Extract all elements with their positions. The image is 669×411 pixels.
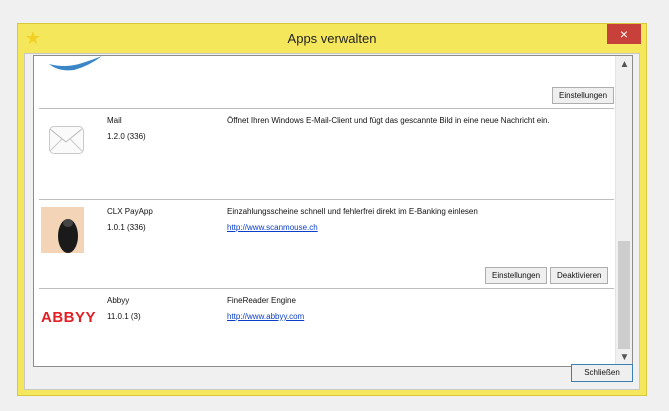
list-item: Einstellungen: [34, 56, 616, 112]
app-version: 11.0.1 (3): [107, 312, 141, 321]
app-name: Mail: [107, 116, 122, 125]
app-description: Öffnet Ihren Windows E-Mail-Client und f…: [227, 116, 550, 125]
window-title: Apps verwalten: [287, 31, 377, 46]
app-name: CLX PayApp: [107, 207, 153, 216]
app-version: 1.0.1 (336): [107, 223, 146, 232]
settings-button[interactable]: Einstellungen: [552, 87, 615, 104]
list-item: ABBYY Abbyy 11.0.1 (3) FineReader Engine…: [34, 289, 616, 366]
apps-list[interactable]: Einstellungen Mail 1.2.0 (336) Öffnet Ih…: [33, 55, 633, 367]
deactivate-button[interactable]: Deaktivieren: [550, 267, 609, 284]
close-dialog-button[interactable]: Schließen: [571, 364, 633, 382]
dialog-content: Einstellungen Mail 1.2.0 (336) Öffnet Ih…: [24, 53, 640, 390]
app-version: 1.2.0 (336): [107, 132, 146, 141]
app-link[interactable]: http://www.scanmouse.ch: [227, 223, 318, 232]
mail-envelope-icon: [49, 126, 84, 154]
app-manager-window: ★ Apps verwalten × Einstellungen Mail 1.…: [17, 23, 647, 396]
payapp-logo-icon: [41, 207, 84, 253]
app-link[interactable]: http://www.abbyy.com: [227, 312, 304, 321]
close-window-button[interactable]: ×: [607, 24, 641, 44]
scroll-thumb[interactable]: [618, 241, 630, 349]
list-item: CLX PayApp 1.0.1 (336) Einzahlungsschein…: [34, 200, 616, 288]
chevron-up-icon[interactable]: ▲: [616, 56, 632, 73]
app-name: Abbyy: [107, 296, 130, 305]
bird-logo-icon: [49, 56, 102, 71]
abbyy-logo: ABBYY: [41, 309, 97, 326]
settings-button[interactable]: Einstellungen: [485, 267, 548, 284]
title-bar[interactable]: ★ Apps verwalten ×: [18, 24, 646, 53]
app-description: Einzahlungsscheine schnell und fehlerfre…: [227, 207, 478, 216]
app-description: FineReader Engine: [227, 296, 296, 305]
vertical-scrollbar[interactable]: ▲ ▼: [615, 56, 632, 366]
list-item: Mail 1.2.0 (336) Öffnet Ihren Windows E-…: [34, 109, 616, 199]
